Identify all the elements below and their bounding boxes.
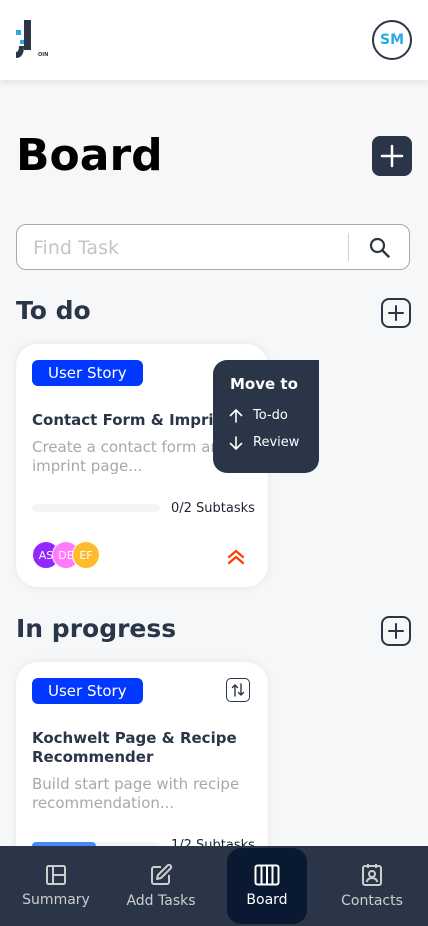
move-to-review-option[interactable]: Review [229, 435, 299, 450]
nav-item-contacts[interactable]: Contacts [332, 848, 412, 924]
search-icon[interactable] [369, 237, 391, 259]
page-title: Board [16, 130, 163, 181]
category-badge: User Story [32, 678, 143, 704]
add-todo-button[interactable] [381, 298, 411, 328]
column-title-todo: To do [16, 296, 91, 325]
nav-item-add-tasks[interactable]: Add Tasks [121, 848, 201, 924]
swap-vertical-icon [231, 683, 245, 697]
assignee-avatar: EF [72, 541, 100, 569]
summary-icon [46, 865, 66, 885]
nav-label: Summary [22, 892, 90, 908]
task-title: Kochwelt Page & Recipe Recommender [32, 729, 237, 766]
search-box [16, 224, 410, 270]
nav-label: Board [246, 892, 288, 908]
join-logo[interactable]: OIN [16, 18, 50, 62]
subtask-progress-bar [32, 504, 160, 512]
search-input[interactable] [31, 233, 345, 263]
task-description: Build start page with recipe recommendat… [32, 775, 240, 812]
nav-item-summary[interactable]: Summary [16, 848, 96, 924]
move-to-menu: Move to To-do Review [213, 360, 319, 473]
subtask-count: 0/2 Subtasks [171, 501, 255, 516]
move-to-todo-option[interactable]: To-do [229, 408, 288, 423]
plus-icon [380, 144, 404, 168]
add-in-progress-button[interactable] [381, 616, 411, 646]
logo-text: OIN [38, 52, 49, 58]
add-task-button[interactable] [372, 136, 412, 176]
app-header: OIN SM [0, 0, 428, 80]
plus-icon [388, 623, 404, 639]
nav-label: Contacts [341, 893, 403, 909]
menu-item-label: To-do [253, 408, 288, 423]
arrow-down-icon [229, 435, 243, 450]
contacts-icon [362, 864, 382, 886]
arrow-up-icon [229, 408, 243, 423]
search-divider [348, 233, 349, 261]
board-icon [254, 864, 280, 886]
plus-icon [388, 305, 404, 321]
category-badge: User Story [32, 360, 143, 386]
edit-icon [151, 863, 173, 885]
priority-urgent-icon [227, 549, 245, 565]
move-task-button[interactable] [226, 678, 250, 702]
move-menu-title: Move to [230, 375, 298, 393]
user-avatar[interactable]: SM [372, 20, 412, 60]
column-title-in-progress: In progress [16, 614, 177, 643]
bottom-navigation: Summary Add Tasks Board Contacts [0, 846, 428, 926]
assignee-list: AS DE EF [32, 541, 100, 569]
nav-label: Add Tasks [126, 893, 196, 909]
user-initials: SM [379, 32, 404, 48]
menu-item-label: Review [253, 435, 300, 450]
nav-item-board[interactable]: Board [227, 848, 307, 924]
